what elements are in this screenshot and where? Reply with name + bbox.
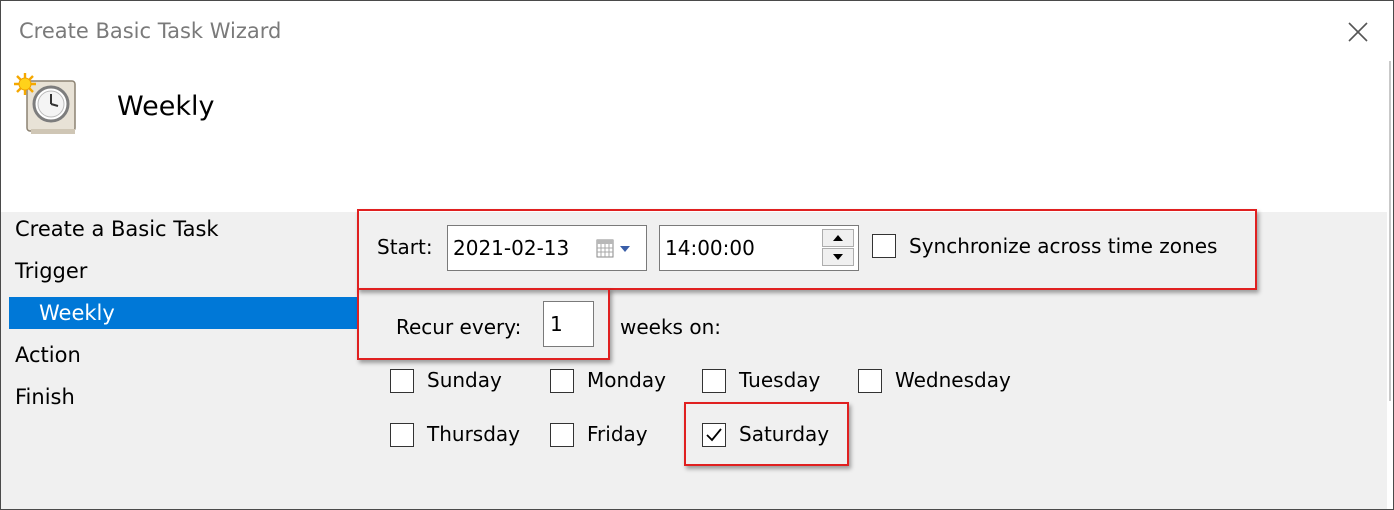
step-weekly[interactable]: Weekly	[9, 297, 357, 329]
step-list: Create a Basic Task Trigger Weekly Actio…	[1, 212, 357, 509]
wednesday-checkbox[interactable]	[858, 369, 882, 393]
page-title: Weekly	[117, 91, 215, 122]
sync-time-zones-checkbox[interactable]	[872, 234, 896, 258]
time-decrement-button[interactable]	[822, 248, 854, 266]
weeks-on-label: weeks on:	[620, 315, 721, 339]
wizard-window: Create Basic Task Wizard Weekly Create a…	[0, 0, 1394, 510]
sunday-checkbox[interactable]	[390, 369, 414, 393]
tuesday-checkbox[interactable]	[702, 369, 726, 393]
thursday-label: Thursday	[427, 422, 520, 446]
start-date-picker[interactable]: 2021-02-13	[447, 225, 647, 271]
start-time-value: 14:00:00	[665, 236, 755, 260]
thursday-checkbox[interactable]	[390, 423, 414, 447]
start-label: Start:	[377, 235, 433, 259]
start-date-value: 2021-02-13	[453, 236, 570, 260]
saturday-label: Saturday	[739, 422, 830, 446]
step-create-basic-task[interactable]: Create a Basic Task	[15, 213, 219, 245]
friday-label: Friday	[587, 422, 648, 446]
step-trigger[interactable]: Trigger	[15, 255, 87, 287]
time-increment-button[interactable]	[822, 229, 854, 247]
step-finish[interactable]: Finish	[15, 381, 75, 413]
calendar-dropdown-icon[interactable]	[596, 238, 636, 260]
tuesday-label: Tuesday	[739, 368, 821, 392]
chevron-up-icon	[833, 235, 843, 241]
scrollbar-thumb[interactable]	[1389, 61, 1391, 401]
checkmark-icon	[706, 428, 722, 442]
close-button[interactable]	[1341, 15, 1375, 49]
friday-checkbox[interactable]	[550, 423, 574, 447]
monday-label: Monday	[587, 368, 666, 392]
recur-every-label: Recur every:	[396, 315, 522, 339]
wednesday-label: Wednesday	[895, 368, 1011, 392]
saturday-checkbox[interactable]	[702, 423, 726, 447]
step-action[interactable]: Action	[15, 339, 81, 371]
chevron-down-icon	[833, 254, 843, 260]
window-title: Create Basic Task Wizard	[19, 19, 282, 43]
start-time-field[interactable]: 14:00:00	[659, 225, 859, 271]
sync-time-zones-label: Synchronize across time zones	[909, 234, 1218, 258]
scheduled-task-clock-icon	[14, 73, 76, 134]
close-icon	[1348, 22, 1368, 42]
sunday-label: Sunday	[427, 368, 502, 392]
recur-weeks-input[interactable]: 1	[543, 301, 594, 347]
monday-checkbox[interactable]	[550, 369, 574, 393]
